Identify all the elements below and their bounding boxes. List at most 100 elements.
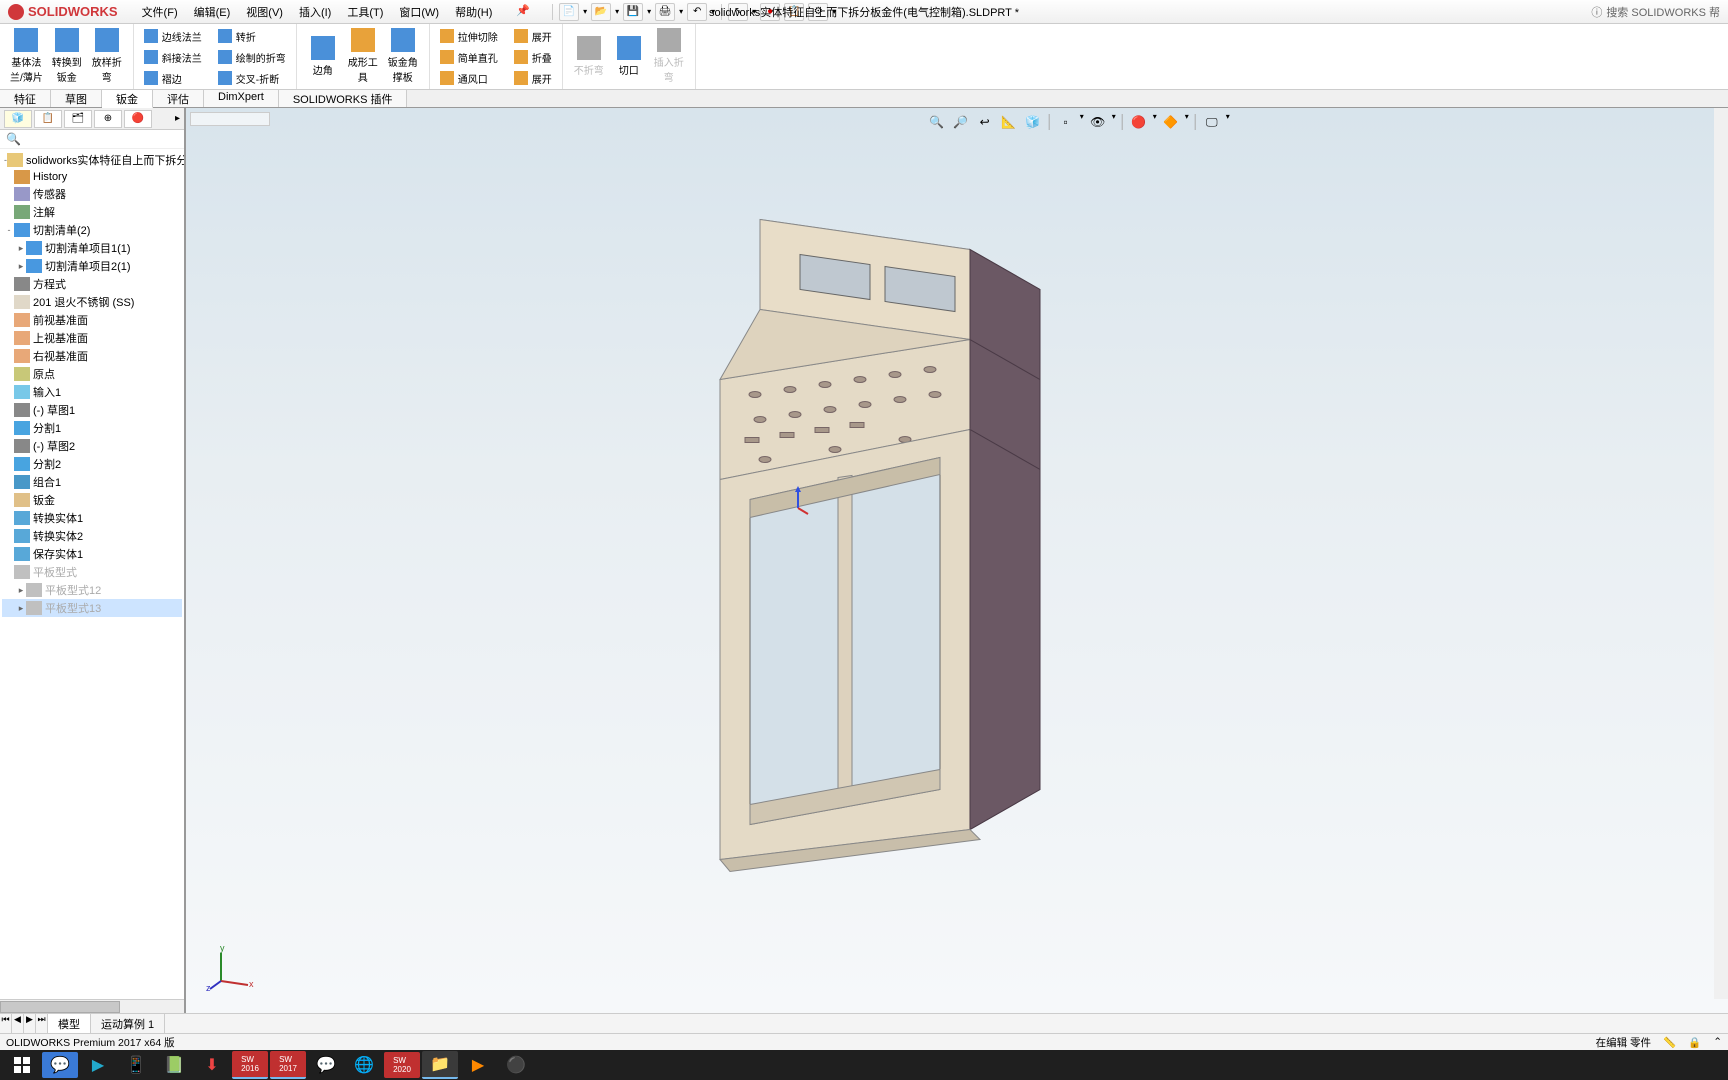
tree-item-20[interactable]: 转换实体2 (2, 527, 182, 545)
viewport-scrollbar-v[interactable] (1714, 108, 1728, 999)
bt-nav-prev[interactable]: ◀ (12, 1014, 24, 1033)
sketched-bend-button[interactable]: 绘制的折弯 (214, 47, 290, 67)
display-style-icon[interactable]: ▫ (1056, 112, 1076, 132)
zoom-fit-icon[interactable]: 🔍 (927, 112, 947, 132)
pin-icon[interactable]: 📌 (512, 2, 534, 22)
rip-button[interactable]: 切口 (609, 26, 649, 86)
fold-button[interactable]: 折叠 (510, 47, 556, 67)
taskbar-app-3[interactable]: 📱 (118, 1052, 154, 1078)
tree-item-10[interactable]: 右视基准面 (2, 347, 182, 365)
view-triad[interactable]: y x z (206, 943, 256, 993)
menu-insert[interactable]: 插入(I) (295, 2, 335, 22)
bottom-tab-model[interactable]: 模型 (48, 1014, 91, 1033)
tab-features[interactable]: 特征 (0, 90, 51, 107)
bt-nav-first[interactable]: ⏮ (0, 1014, 12, 1033)
taskbar-sw2017[interactable]: SW2017 (270, 1051, 306, 1079)
status-unit-icon[interactable]: 📏 (1663, 1036, 1676, 1049)
taskbar-explorer[interactable]: 📁 (422, 1051, 458, 1079)
zoom-area-icon[interactable]: 🔎 (951, 112, 971, 132)
forming-tool-button[interactable]: 成形工 具 (343, 26, 383, 86)
menu-file[interactable]: 文件(F) (138, 2, 182, 22)
menu-tools[interactable]: 工具(T) (343, 2, 387, 22)
tree-item-21[interactable]: 保存实体1 (2, 545, 182, 563)
simple-hole-button[interactable]: 简单直孔 (436, 47, 502, 67)
tree-item-1[interactable]: 传感器 (2, 185, 182, 203)
tree-tab-config[interactable]: 🗂 (64, 110, 92, 128)
tab-sketch[interactable]: 草图 (51, 90, 102, 107)
taskbar-obs[interactable]: ⚫ (498, 1052, 534, 1078)
tree-item-19[interactable]: 转换实体1 (2, 509, 182, 527)
menu-help[interactable]: 帮助(H) (451, 2, 496, 22)
menu-view[interactable]: 视图(V) (242, 2, 287, 22)
tree-item-13[interactable]: (-) 草图1 (2, 401, 182, 419)
bottom-tab-motion[interactable]: 运动算例 1 (91, 1014, 165, 1033)
cross-break-button[interactable]: 交叉-折断 (214, 68, 290, 88)
taskbar-sw2016[interactable]: SW2016 (232, 1051, 268, 1079)
tab-evaluate[interactable]: 评估 (153, 90, 204, 107)
tree-item-6[interactable]: 方程式 (2, 275, 182, 293)
taskbar-app-5[interactable]: ⬇ (194, 1052, 230, 1078)
edit-appearance-icon[interactable]: 🔴 (1129, 112, 1149, 132)
status-expand-icon[interactable]: ⌃ (1713, 1036, 1722, 1048)
tree-item-23[interactable]: ▸平板型式12 (2, 581, 182, 599)
previous-view-icon[interactable]: ↩ (975, 112, 995, 132)
tree-item-16[interactable]: 分割2 (2, 455, 182, 473)
tree-tab-feature[interactable]: 🧊 (4, 110, 32, 128)
tree-item-9[interactable]: 上视基准面 (2, 329, 182, 347)
view-orientation-icon[interactable]: 🧊 (1023, 112, 1043, 132)
undo-button[interactable]: ↶ (687, 3, 707, 21)
corner-button[interactable]: 边角 (303, 26, 343, 86)
3d-viewport[interactable]: 🔍 🔎 ↩ 📐 🧊 ▫▾ 👁▾ 🔴▾ 🔶▾ 🖵▾ (186, 108, 1728, 1013)
taskbar-app-1[interactable]: 💬 (42, 1052, 78, 1078)
taskbar-sw2020[interactable]: SW2020 (384, 1052, 420, 1078)
flatten-button[interactable]: 展开 (510, 68, 556, 88)
tab-dimxpert[interactable]: DimXpert (204, 90, 279, 107)
base-flange-button[interactable]: 基体法 兰/薄片 (6, 26, 47, 86)
tree-item-18[interactable]: 钣金 (2, 491, 182, 509)
tree-item-8[interactable]: 前视基准面 (2, 311, 182, 329)
taskbar-browser[interactable]: 🌐 (346, 1052, 382, 1078)
filter-icon[interactable]: 🔍 (0, 130, 184, 149)
jog-button[interactable]: 转折 (214, 26, 290, 46)
search-area[interactable]: ⓘ 搜索 SOLIDWORKS 帮 (1591, 4, 1728, 20)
menu-edit[interactable]: 编辑(E) (190, 2, 235, 22)
status-lock-icon[interactable]: 🔒 (1688, 1036, 1701, 1049)
tree-expand-icon[interactable]: ▸ (175, 113, 180, 124)
tree-item-0[interactable]: History (2, 169, 182, 185)
tree-item-3[interactable]: -切割清单(2) (2, 221, 182, 239)
save-button[interactable]: 💾 (623, 3, 643, 21)
view-settings-icon[interactable]: 🖵 (1202, 112, 1222, 132)
tree-item-5[interactable]: ▸切割清单项目2(1) (2, 257, 182, 275)
tab-sheetmetal[interactable]: 钣金 (102, 90, 153, 108)
tree-tab-display[interactable]: 🔴 (124, 110, 152, 128)
apply-scene-icon[interactable]: 🔶 (1161, 112, 1181, 132)
taskbar-app-2[interactable]: ▶ (80, 1052, 116, 1078)
tree-item-24[interactable]: ▸平板型式13 (2, 599, 182, 617)
taskbar-wechat[interactable]: 💬 (308, 1052, 344, 1078)
tree-item-4[interactable]: ▸切割清单项目1(1) (2, 239, 182, 257)
extruded-cut-button[interactable]: 拉伸切除 (436, 26, 502, 46)
miter-flange-button[interactable]: 斜接法兰 (140, 47, 206, 67)
tree-tab-property[interactable]: 📋 (34, 110, 62, 128)
lofted-bend-button[interactable]: 放样折 弯 (87, 26, 127, 86)
tree-scrollbar-h[interactable] (0, 999, 184, 1013)
print-button[interactable]: 🖨 (655, 3, 675, 21)
menu-window[interactable]: 窗口(W) (395, 2, 443, 22)
new-button[interactable]: 📄 (559, 3, 579, 21)
tree-item-22[interactable]: 平板型式 (2, 563, 182, 581)
hide-show-icon[interactable]: 👁 (1088, 112, 1108, 132)
gusset-button[interactable]: 钣金角 撑板 (383, 26, 423, 86)
convert-sheetmetal-button[interactable]: 转换到 钣金 (47, 26, 87, 86)
bt-nav-last[interactable]: ⏭ (36, 1014, 48, 1033)
tree-item-15[interactable]: (-) 草图2 (2, 437, 182, 455)
tab-addins[interactable]: SOLIDWORKS 插件 (279, 90, 408, 107)
unfold-button[interactable]: 展开 (510, 26, 556, 46)
taskbar-player[interactable]: ▶ (460, 1052, 496, 1078)
tree-item-2[interactable]: 注解 (2, 203, 182, 221)
open-button[interactable]: 📂 (591, 3, 611, 21)
tree-tab-dimxpert[interactable]: ⊕ (94, 110, 122, 128)
tree-item-14[interactable]: 分割1 (2, 419, 182, 437)
tree-root[interactable]: -solidworks实体特征自上而下拆分板金件 (2, 151, 182, 169)
bt-nav-next[interactable]: ▶ (24, 1014, 36, 1033)
edge-flange-button[interactable]: 边线法兰 (140, 26, 206, 46)
